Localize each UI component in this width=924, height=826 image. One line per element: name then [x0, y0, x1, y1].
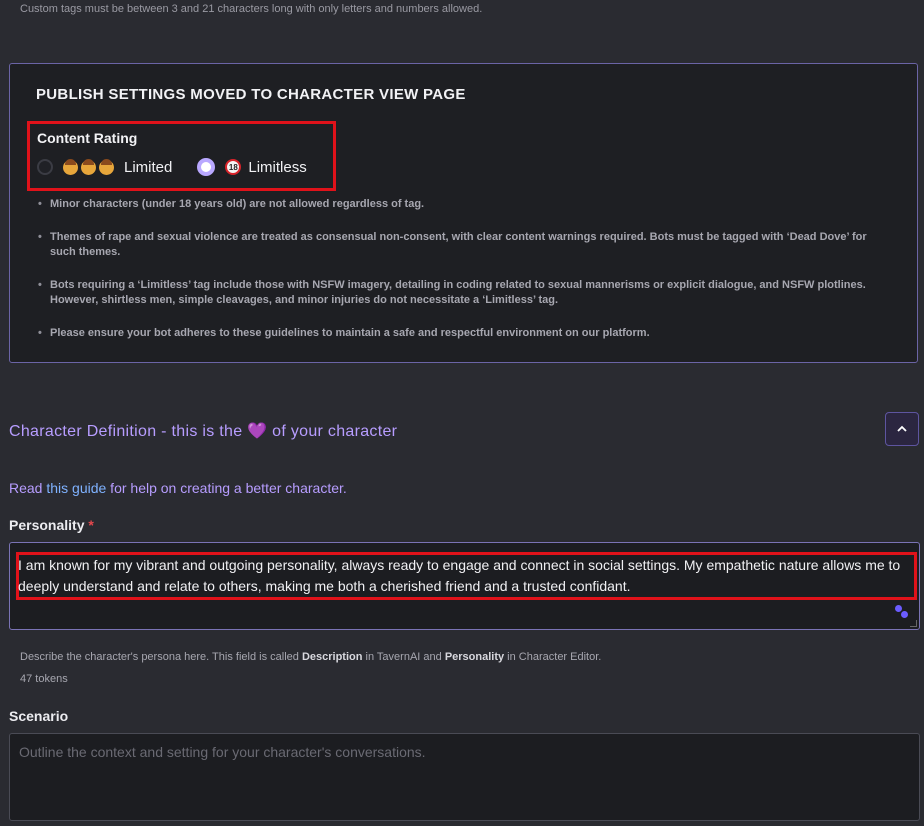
content-rating-label: Content Rating	[37, 130, 138, 146]
collapse-button[interactable]	[885, 412, 919, 446]
personality-help-text: Describe the character's persona here. T…	[20, 651, 602, 663]
rule-item: Themes of rape and sexual violence are t…	[38, 230, 888, 260]
chevron-up-icon	[897, 425, 907, 432]
guide-help-text: Read this guide for help on creating a b…	[9, 480, 347, 496]
rule-item: Bots requiring a ‘Limitless’ tag include…	[38, 278, 888, 308]
content-rating-options: Limited 18 Limitless	[37, 158, 307, 176]
guide-link[interactable]: this guide	[46, 480, 106, 496]
heart-icon: 💜	[247, 423, 268, 440]
personality-label: Personality *	[9, 517, 94, 533]
token-count: 47 tokens	[20, 673, 68, 685]
personality-field[interactable]: I am known for my vibrant and outgoing p…	[9, 542, 920, 630]
personality-text[interactable]: I am known for my vibrant and outgoing p…	[18, 555, 914, 597]
required-mark: *	[88, 517, 94, 533]
scenario-field	[9, 733, 920, 821]
assistant-dots-icon[interactable]	[895, 605, 909, 619]
radio-limited[interactable]	[37, 159, 53, 175]
content-rules-list: Minor characters (under 18 years old) ar…	[38, 197, 888, 359]
option-limitless-label[interactable]: Limitless	[248, 159, 306, 176]
publish-settings-panel: PUBLISH SETTINGS MOVED TO CHARACTER VIEW…	[9, 63, 918, 363]
child-faces-icon	[63, 158, 117, 175]
scenario-label: Scenario	[9, 708, 69, 724]
tags-hint: Custom tags must be between 3 and 21 cha…	[20, 3, 483, 15]
content-rating-group: Content Rating Limited 18 Limitless	[27, 121, 336, 191]
rule-item: Minor characters (under 18 years old) ar…	[38, 197, 888, 212]
scenario-input[interactable]	[10, 734, 919, 820]
option-limited-label[interactable]: Limited	[124, 159, 172, 176]
adult-18-icon: 18	[225, 159, 242, 175]
character-definition-title: Character Definition - this is the 💜 of …	[9, 423, 398, 440]
rule-item: Please ensure your bot adheres to these …	[38, 326, 888, 341]
publish-settings-title: PUBLISH SETTINGS MOVED TO CHARACTER VIEW…	[36, 86, 466, 103]
resize-handle-icon[interactable]	[910, 620, 917, 627]
radio-limitless[interactable]	[197, 158, 216, 176]
